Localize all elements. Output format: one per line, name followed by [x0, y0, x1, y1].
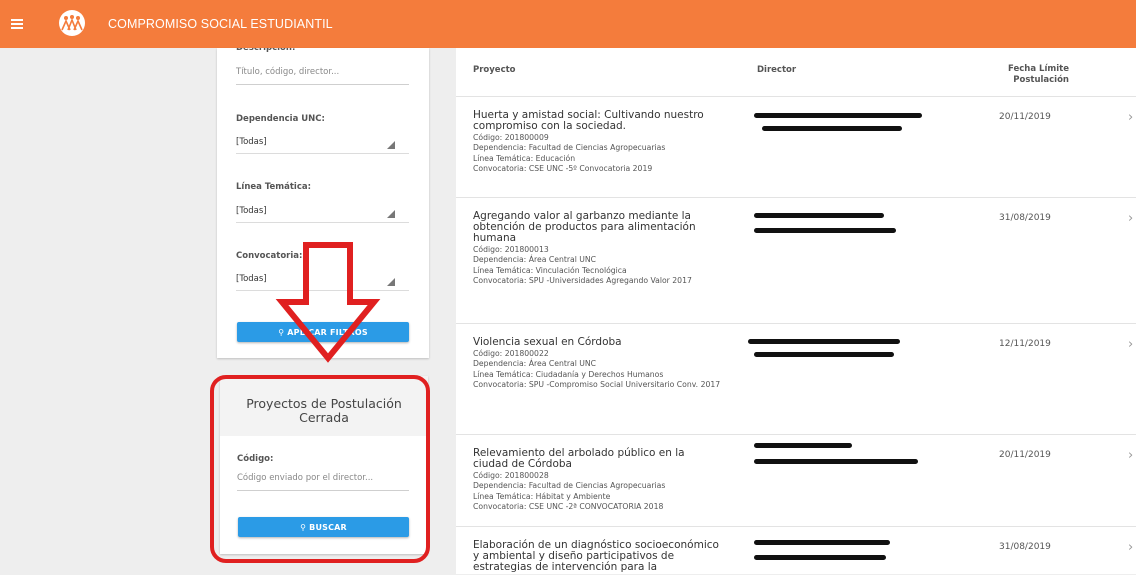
chevron-right-icon[interactable]: ›	[1128, 211, 1133, 226]
red-arrow-annotation	[270, 240, 410, 374]
projects-table: Proyecto Director Fecha Límite Postulaci…	[456, 48, 1136, 574]
dependencia-label: Dependencia UNC:	[236, 114, 325, 124]
col-header-project: Proyecto	[473, 65, 516, 75]
description-input[interactable]: Título, código, director...	[236, 62, 409, 85]
deadline-date: 31/08/2019	[999, 213, 1051, 223]
deadline-header-line2: Postulación	[1013, 75, 1069, 85]
dropdown-triangle-icon	[387, 210, 395, 218]
dependencia-select[interactable]: [Todas]	[236, 133, 409, 154]
linea-label: Línea Temática:	[236, 182, 312, 192]
project-meta: Código: 201800028 Dependencia: Facultad …	[473, 471, 666, 511]
description-placeholder: Título, código, director...	[236, 67, 340, 77]
col-header-deadline: Fecha Límite Postulación	[996, 64, 1069, 86]
people-logo-icon[interactable]	[59, 10, 85, 36]
redacted-director-name	[754, 540, 890, 545]
deadline-date: 12/11/2019	[999, 339, 1051, 349]
redacted-director-name	[754, 443, 852, 448]
redacted-director-email	[754, 555, 886, 560]
deadline-date: 31/08/2019	[999, 542, 1051, 552]
description-label: Descripción:	[236, 48, 296, 53]
deadline-header-line1: Fecha Límite	[1008, 64, 1069, 74]
project-meta: Código: 201800009 Dependencia: Facultad …	[473, 133, 666, 173]
table-row[interactable]: Violencia sexual en Córdoba Código: 2018…	[456, 323, 1136, 435]
deadline-date: 20/11/2019	[999, 112, 1051, 122]
redacted-director-email	[754, 352, 894, 357]
project-title: Relevamiento del arbolado público en la …	[473, 448, 723, 512]
top-app-bar: COMPROMISO SOCIAL ESTUDIANTIL	[0, 0, 1136, 48]
table-row[interactable]: Elaboración de un diagnóstico socioeconó…	[456, 526, 1136, 575]
project-meta: Código: 201800013 Dependencia: Área Cent…	[473, 245, 692, 285]
table-row[interactable]: Relevamiento del arbolado público en la …	[456, 434, 1136, 527]
project-title: Elaboración de un diagnóstico socioeconó…	[473, 539, 719, 573]
red-highlight-box	[210, 375, 430, 563]
dependencia-value: [Todas]	[236, 137, 267, 147]
chevron-right-icon[interactable]: ›	[1128, 110, 1133, 125]
linea-value: [Todas]	[236, 206, 267, 216]
redacted-director-name	[754, 113, 922, 118]
app-title: COMPROMISO SOCIAL ESTUDIANTIL	[108, 17, 333, 31]
col-header-director: Director	[757, 65, 797, 75]
table-row[interactable]: Huerta y amistad social: Cultivando nues…	[456, 96, 1136, 198]
project-meta: Código: 201800022 Dependencia: Área Cent…	[473, 349, 721, 389]
linea-select[interactable]: [Todas]	[236, 202, 409, 223]
project-title: Violencia sexual en Córdoba Código: 2018…	[473, 337, 723, 390]
table-row[interactable]: Agregando valor al garbanzo mediante la …	[456, 197, 1136, 324]
dropdown-triangle-icon	[387, 141, 395, 149]
project-title: Huerta y amistad social: Cultivando nues…	[473, 110, 723, 174]
convocatoria-value: [Todas]	[236, 274, 267, 284]
redacted-director-email	[754, 228, 896, 233]
chevron-right-icon[interactable]: ›	[1128, 337, 1133, 352]
redacted-director-name	[754, 213, 884, 218]
deadline-date: 20/11/2019	[999, 450, 1051, 460]
redacted-director-email	[754, 459, 918, 464]
chevron-right-icon[interactable]: ›	[1128, 448, 1133, 463]
project-title: Agregando valor al garbanzo mediante la …	[473, 211, 723, 286]
hamburger-icon[interactable]	[11, 19, 23, 29]
chevron-right-icon[interactable]: ›	[1128, 540, 1133, 555]
redacted-director-name	[748, 339, 900, 344]
redacted-director-email	[762, 126, 902, 131]
